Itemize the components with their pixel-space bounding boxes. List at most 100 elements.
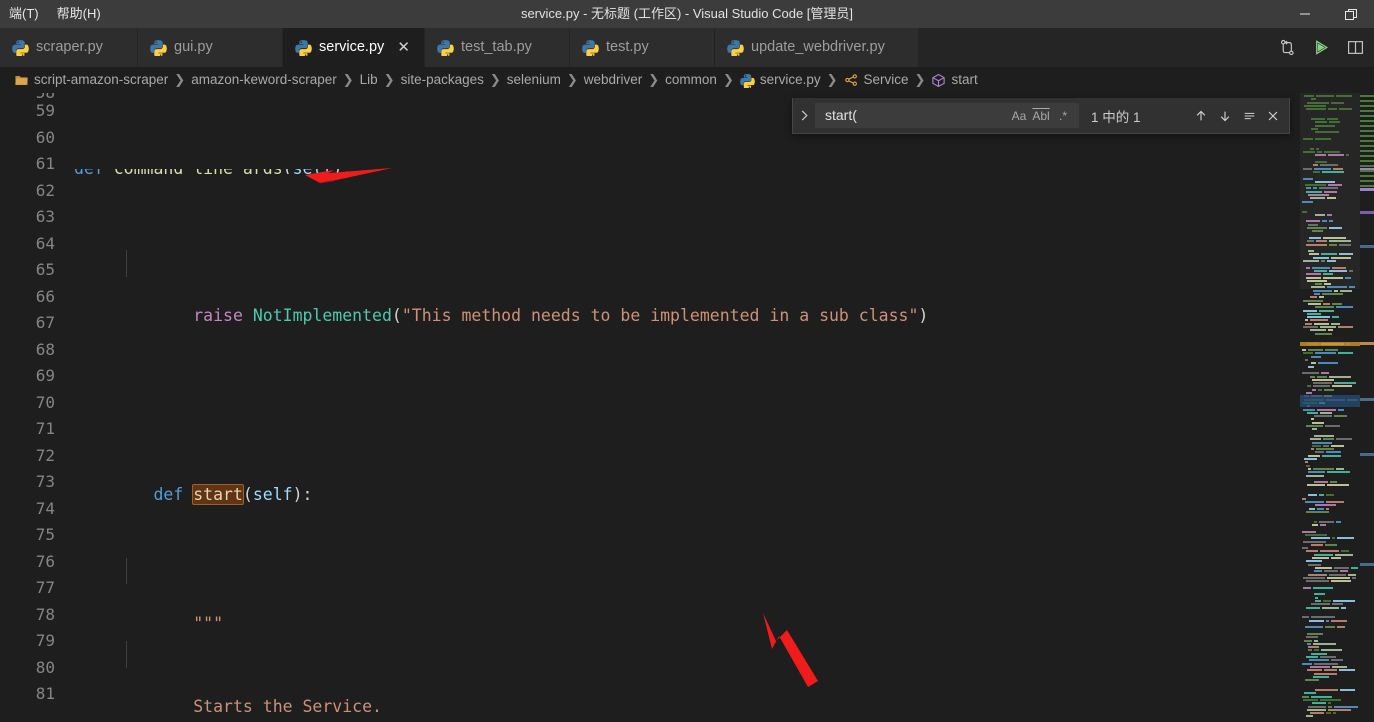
minimap-line xyxy=(1308,705,1326,708)
minimap-line xyxy=(1305,319,1308,322)
minimap-line xyxy=(1310,319,1328,322)
minimap-line xyxy=(1329,121,1340,124)
breadcrumb-item-script-amazon-scraper[interactable]: script-amazon-scraper xyxy=(14,67,168,93)
use-regex-option-icon[interactable]: .* xyxy=(1052,105,1074,126)
breadcrumb-item-service-class[interactable]: Service xyxy=(844,67,909,93)
tab-gui-py[interactable]: gui.py xyxy=(138,28,283,67)
minimap-line xyxy=(1307,669,1322,672)
minimap-line xyxy=(1315,504,1336,507)
tab-list: scraper.py gui.py service.py ✕ test_tab.… xyxy=(0,28,919,67)
overview-marker xyxy=(1360,188,1374,191)
menu-item-terminal[interactable]: 端(T) xyxy=(0,0,48,28)
minimize-button[interactable] xyxy=(1282,0,1328,28)
minimap-line xyxy=(1323,236,1346,239)
minimap-line xyxy=(1313,467,1334,470)
minimap-line xyxy=(1333,712,1336,715)
close-tab-icon[interactable]: ✕ xyxy=(397,39,410,56)
split-editor-right-icon[interactable] xyxy=(1338,28,1372,67)
find-in-selection-button[interactable] xyxy=(1237,104,1261,128)
overview-marker xyxy=(1360,150,1374,152)
minimap-line xyxy=(1312,230,1323,233)
match-case-option-icon[interactable]: Aa xyxy=(1008,105,1030,126)
minimap-line xyxy=(1311,652,1327,655)
overview-ruler[interactable] xyxy=(1360,93,1374,722)
minimap-line xyxy=(1305,500,1324,503)
breadcrumb-item-amazon-keword-scraper[interactable]: amazon-keword-scraper xyxy=(191,67,337,93)
find-input[interactable]: start( Aa Abl .* xyxy=(815,103,1079,128)
menu-item-help[interactable]: 帮助(H) xyxy=(48,0,110,28)
minimap-line xyxy=(1306,510,1329,513)
breadcrumb-item-webdriver[interactable]: webdriver xyxy=(584,67,643,93)
minimap-line xyxy=(1307,708,1326,711)
minimap-line xyxy=(1302,210,1307,213)
code-content[interactable]: def command_line_args(self): raise NotIm… xyxy=(72,93,1374,722)
overview-marker xyxy=(1360,155,1374,157)
breadcrumb-label: Service xyxy=(863,72,909,87)
minimap-line xyxy=(1309,253,1319,256)
line-number: 65 xyxy=(35,260,55,279)
tab-scraper-py[interactable]: scraper.py xyxy=(0,28,138,67)
tab-test-py[interactable]: test.py xyxy=(570,28,715,67)
minimap-line xyxy=(1312,421,1324,424)
breadcrumb-item-common[interactable]: common xyxy=(665,67,717,93)
minimap-line xyxy=(1315,599,1321,602)
toggle-replace-icon[interactable] xyxy=(793,98,815,134)
breadcrumb-label: start xyxy=(951,72,978,87)
restore-button[interactable] xyxy=(1328,0,1374,28)
minimap-line xyxy=(1330,481,1337,484)
next-match-button[interactable] xyxy=(1213,104,1237,128)
minimap-line xyxy=(1309,507,1315,510)
minimap-line xyxy=(1329,240,1351,243)
minimap-line xyxy=(1324,190,1337,193)
code-editor[interactable]: 58 59 60 61 62 63 64 65 66 67 68 69 70 7… xyxy=(0,93,1374,722)
minimap[interactable] xyxy=(1300,93,1360,722)
minimap-line xyxy=(1303,586,1311,589)
line-number: 75 xyxy=(35,525,55,544)
minimap-line xyxy=(1314,672,1337,675)
minimap-line xyxy=(1303,177,1313,180)
match-whole-word-option-icon[interactable]: Abl xyxy=(1030,105,1052,126)
breadcrumb-item-start-method[interactable]: start xyxy=(931,67,978,93)
close-find-button[interactable] xyxy=(1261,104,1285,128)
previous-match-button[interactable] xyxy=(1189,104,1213,128)
minimap-line xyxy=(1308,250,1314,253)
minimap-line xyxy=(1327,118,1338,121)
minimap-line xyxy=(1315,121,1327,124)
source-control-icon[interactable] xyxy=(1270,28,1304,67)
minimap-line xyxy=(1352,576,1356,579)
breadcrumb-item-site-packages[interactable]: site-packages xyxy=(401,67,484,93)
editor-tab-bar: scraper.py gui.py service.py ✕ test_tab.… xyxy=(0,28,1374,67)
minimap-line xyxy=(1331,322,1340,325)
code-line-61: def start(self): xyxy=(153,483,313,505)
run-python-file-icon[interactable] xyxy=(1304,28,1338,67)
minimap-line xyxy=(1313,187,1317,190)
minimap-line xyxy=(1322,220,1327,223)
breadcrumb-item-lib[interactable]: Lib xyxy=(360,67,378,93)
minimap-line xyxy=(1335,553,1353,556)
minimap-line xyxy=(1313,170,1320,173)
tab-service-py[interactable]: service.py ✕ xyxy=(283,28,425,67)
find-widget[interactable]: start( Aa Abl .* 1 中的 1 xyxy=(792,98,1290,134)
minimap-line xyxy=(1333,167,1343,170)
minimap-line xyxy=(1314,520,1317,523)
minimap-line xyxy=(1306,656,1318,658)
minimap-line xyxy=(1317,375,1327,378)
breadcrumb-separator: ❯ xyxy=(648,72,660,87)
minimap-line xyxy=(1310,147,1314,150)
minimap-line xyxy=(1339,253,1353,256)
breadcrumb-item-service-py[interactable]: service.py xyxy=(740,67,821,93)
minimap-line xyxy=(1319,494,1324,497)
minimap-line xyxy=(1328,702,1331,705)
minimap-line xyxy=(1341,606,1346,609)
tab-update-webdriver-py[interactable]: update_webdriver.py xyxy=(715,28,919,67)
minimap-line xyxy=(1320,550,1339,553)
minimap-line xyxy=(1321,260,1325,262)
overview-marker xyxy=(1360,211,1374,214)
breadcrumb-item-selenium[interactable]: selenium xyxy=(507,67,561,93)
minimap-line xyxy=(1322,170,1344,173)
minimap-line xyxy=(1349,286,1355,289)
minimap-line xyxy=(1311,418,1314,421)
line-number: 79 xyxy=(35,631,55,650)
minimap-line xyxy=(1312,702,1326,705)
tab-test-tab-py[interactable]: test_tab.py xyxy=(425,28,570,67)
